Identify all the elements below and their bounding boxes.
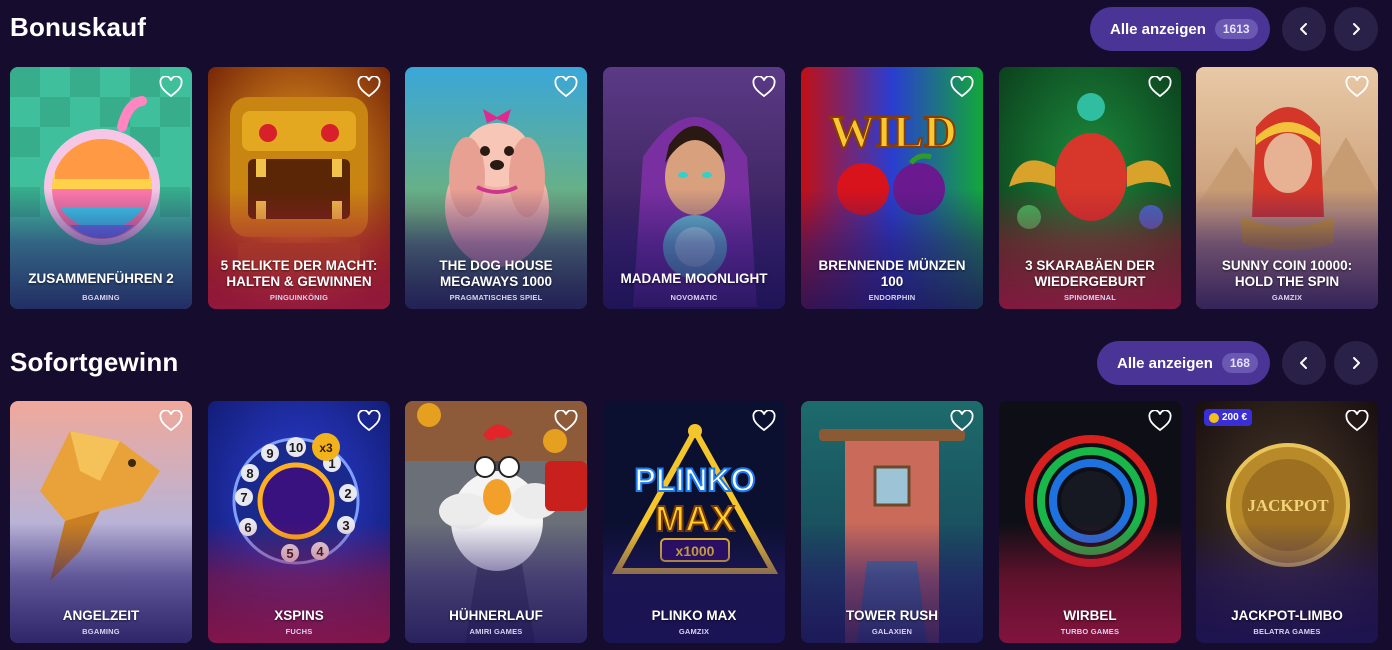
dial-number: 9 (266, 446, 273, 461)
game-provider: TURBO GAMES (1060, 627, 1120, 636)
game-card[interactable]: SUNNY COIN 10000: HOLD THE SPIN GAMZIX (1196, 67, 1378, 309)
chevron-left-icon (1300, 357, 1307, 369)
game-card[interactable]: 5 RELIKTE DER MACHT: HALTEN & GEWINNEN P… (208, 67, 390, 309)
heart-outline-icon[interactable] (1345, 76, 1369, 98)
game-title: 3 SKARABÄEN DER WIEDERGEBURT (1025, 258, 1155, 289)
show-all-button[interactable]: Alle anzeigen 168 (1097, 341, 1270, 385)
heart-outline-icon[interactable] (1345, 410, 1369, 432)
game-provider: GAMZIX (1271, 293, 1303, 302)
chevron-left-icon (1300, 23, 1307, 35)
game-card[interactable]: 10 1 2 3 4 5 6 7 8 9 x3 XSPINS FUCHS (208, 401, 390, 643)
game-title: THE DOG HOUSE MEGAWAYS 1000 (439, 258, 553, 289)
prev-button[interactable] (1282, 7, 1326, 51)
game-title: HÜHNERLAUF (449, 608, 543, 623)
dial-number: 10 (289, 440, 303, 455)
section-bonuskauf: Bonuskauf Alle anzeigen 1613 ZUSAMMENFÜH… (0, 0, 1392, 320)
heart-outline-icon[interactable] (752, 76, 776, 98)
coin-icon (1209, 412, 1219, 423)
game-provider: FUCHS (285, 627, 313, 636)
heart-outline-icon[interactable] (357, 76, 381, 98)
game-title: 5 RELIKTE DER MACHT: HALTEN & GEWINNEN (220, 258, 378, 289)
section-title: Bonuskauf (10, 12, 147, 42)
heart-outline-icon[interactable] (1148, 76, 1172, 98)
heart-outline-icon[interactable] (950, 76, 974, 98)
game-title: BRENNENDE MÜNZEN 100 (818, 258, 966, 289)
heart-outline-icon[interactable] (554, 410, 578, 432)
game-provider: NOVOMATIC (670, 293, 718, 302)
dial-number: 8 (246, 466, 253, 481)
game-title: WIRBEL (1063, 608, 1117, 623)
section-sofortgewinn: Sofortgewinn Alle anzeigen 168 ANGELZEIT… (0, 335, 1392, 650)
game-card[interactable]: ZUSAMMENFÜHREN 2 BGAMING (10, 67, 192, 309)
heart-outline-icon[interactable] (950, 410, 974, 432)
show-all-button[interactable]: Alle anzeigen 1613 (1090, 7, 1270, 51)
heart-outline-icon[interactable] (159, 410, 183, 432)
game-title: PLINKO MAX (651, 608, 737, 623)
game-provider: BGAMING (82, 627, 120, 636)
heart-outline-icon[interactable] (357, 410, 381, 432)
wild-logo-text: WILD (829, 106, 957, 157)
game-count-badge: 1613 (1214, 19, 1258, 39)
game-provider: AMIRI GAMES (469, 627, 523, 636)
game-provider: PRAGMATISCHES SPIEL (449, 293, 543, 302)
chevron-right-icon (1353, 357, 1360, 369)
prev-button[interactable] (1282, 341, 1326, 385)
game-count-badge: 168 (1221, 353, 1258, 373)
chevron-right-icon (1353, 23, 1360, 35)
game-title: SUNNY COIN 10000: HOLD THE SPIN (1221, 258, 1353, 289)
game-title: JACKPOT-LIMBO (1231, 608, 1343, 623)
game-provider: BGAMING (82, 293, 120, 302)
game-title: TOWER RUSH (845, 608, 938, 623)
heart-outline-icon[interactable] (752, 410, 776, 432)
show-all-label: Alle anzeigen (1117, 354, 1213, 372)
game-card[interactable]: WIRBEL TURBO GAMES (999, 401, 1181, 643)
next-button[interactable] (1334, 7, 1378, 51)
dial-number: 2 (344, 486, 351, 501)
jackpot-logo-text: JACKPOT (1247, 496, 1329, 515)
game-provider: BELATRA GAMES (1253, 627, 1321, 636)
game-title: ZUSAMMENFÜHREN 2 (28, 271, 174, 286)
section-title: Sofortgewinn (10, 347, 179, 377)
game-provider: GALAXIEN (871, 627, 913, 636)
game-provider: SPINOMENAL (1063, 293, 1116, 302)
next-button[interactable] (1334, 341, 1378, 385)
plinko-logo-text: PLINKO (635, 462, 756, 498)
multiplier-text: x3 (319, 441, 333, 455)
game-card[interactable]: TOWER RUSH GALAXIEN (801, 401, 983, 643)
game-card[interactable]: ANGELZEIT BGAMING (10, 401, 192, 643)
game-title: XSPINS (274, 608, 324, 623)
heart-outline-icon[interactable] (1148, 410, 1172, 432)
show-all-label: Alle anzeigen (1110, 20, 1206, 38)
game-card[interactable]: HÜHNERLAUF AMIRI GAMES (405, 401, 587, 643)
dial-number: 7 (240, 490, 247, 505)
game-card[interactable]: 3 SKARABÄEN DER WIEDERGEBURT SPINOMENAL (999, 67, 1181, 309)
heart-outline-icon[interactable] (554, 76, 578, 98)
game-card[interactable]: JACKPOT 200 € JACKPOT-LIMBO BELATRA GAME… (1196, 401, 1378, 643)
game-title: ANGELZEIT (62, 608, 140, 623)
game-card[interactable]: MADAME MOONLIGHT NOVOMATIC (603, 67, 785, 309)
game-provider: ENDORPHIN (868, 293, 916, 302)
heart-outline-icon[interactable] (159, 76, 183, 98)
game-provider: PINGUINKÖNIG (269, 293, 329, 302)
game-card[interactable]: WILD BRENNENDE MÜNZEN 100 ENDORPHIN (801, 67, 983, 309)
game-provider: GAMZIX (678, 627, 710, 636)
bonus-badge-label: 200 € (1222, 412, 1248, 423)
bonus-badge: 200 € (1204, 409, 1253, 426)
game-card[interactable]: PLINKO MAX x1000 PLINKO MAX GAMZIX (603, 401, 785, 643)
game-title: MADAME MOONLIGHT (620, 271, 768, 286)
game-card[interactable]: THE DOG HOUSE MEGAWAYS 1000 PRAGMATISCHE… (405, 67, 587, 309)
